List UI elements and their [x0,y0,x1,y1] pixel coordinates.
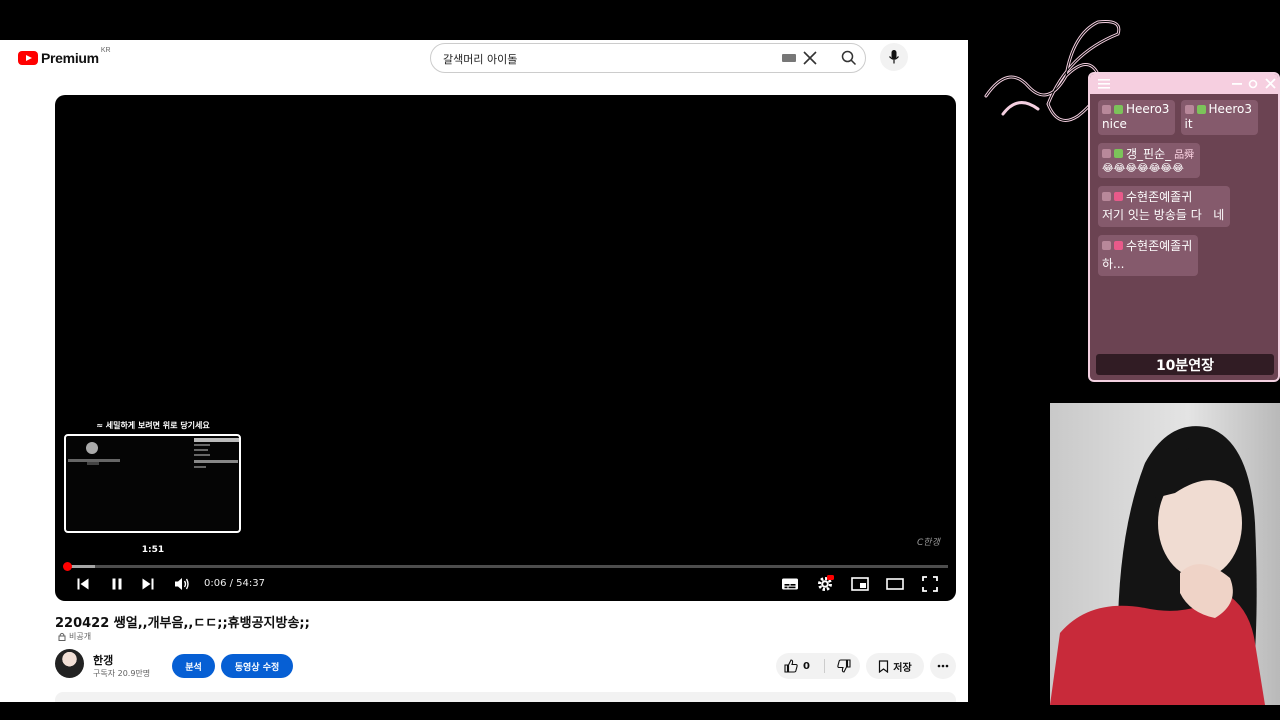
next-button[interactable] [134,573,162,595]
chat-username: 수현존예졸귀 [1126,190,1193,204]
chat-text: nice [1102,117,1127,131]
youtube-play-icon [18,51,38,65]
user-grade-icon [1184,104,1194,114]
settings-button[interactable] [811,573,839,595]
fan-badge-icon [1196,104,1206,114]
webcam-feed [1050,403,1280,705]
scrubber-handle[interactable] [62,562,72,571]
channel-avatar[interactable] [55,649,84,678]
webcam-person [1050,426,1265,705]
like-dislike-group: 0 [776,653,860,679]
search-input[interactable]: 갈색머리 아이돌 [443,51,517,67]
privacy-status: 비공개 [58,631,91,642]
user-grade-icon [1102,104,1111,114]
chat-text: 하... [1102,257,1125,271]
video-watermark: C한갱 [917,538,940,548]
chat-message: 수현존예졸귀 하... [1098,235,1199,276]
video-player[interactable]: ≈ 세밀하게 보려면 위로 당기세요 1:51 C한갱 0:06 / 54:37 [55,95,956,601]
video-title: 220422 쌩얼,,개부음,,ㄷㄷ;;휴뱅공지방송;; [55,616,310,631]
time-display: 0:06 / 54:37 [204,578,266,589]
restore-icon[interactable] [1248,79,1258,89]
skip-next-icon [142,578,154,590]
chat-message: 갱_핀순_ 品舜 😂😂😂😂😂😂😂 [1098,143,1201,178]
logo-text: Premium [41,50,99,66]
chat-username: Heero3 [1208,102,1252,116]
user-grade-icon [1102,149,1111,158]
preview-frame [68,438,240,468]
search-box[interactable]: 갈색머리 아이돌 [430,43,866,73]
edit-video-button[interactable]: 동영상 수정 [221,654,293,678]
dislike-button[interactable] [830,653,858,679]
chat-text: it [1184,117,1193,131]
previous-button[interactable] [69,573,97,595]
chat-titlebar[interactable] [1090,74,1278,94]
more-actions-button[interactable] [930,653,956,679]
chat-username: Heero3 [1126,102,1170,116]
fan-badge-icon [1114,149,1123,158]
channel-name[interactable]: 한갱 [93,652,113,668]
seek-preview-hint: ≈ 세밀하게 보려면 위로 당기세요 [96,421,210,430]
user-grade-icon [1102,241,1111,250]
volume-icon [175,578,189,590]
privacy-label: 비공개 [69,632,92,641]
fan-badge-icon [1114,192,1123,201]
microphone-icon [888,50,900,64]
hamburger-menu-icon[interactable] [1098,79,1110,89]
subtitles-button[interactable] [776,573,804,595]
search-icon [841,50,857,66]
like-count: 0 [803,660,810,672]
user-grade-icon [1102,192,1111,201]
save-button[interactable]: 저장 [866,653,924,679]
subscriber-count: 구독자 20.9만명 [93,669,151,678]
subtitles-icon [782,578,798,590]
chat-username: 수현존예졸귀 [1126,239,1193,253]
voice-search-button[interactable] [880,43,908,71]
chat-overlay-window: Heero3 nice Heero3 it 갱_핀순_ 品舜 😂😂😂😂😂😂😂 수… [1088,72,1280,382]
volume-button[interactable] [168,573,196,595]
bookmark-icon [879,659,889,673]
chat-text: 😂😂😂😂😂😂😂 [1102,163,1184,174]
chat-message: Heero3 nice [1098,100,1176,135]
gear-icon [818,575,834,591]
minimize-icon[interactable] [1232,79,1242,89]
miniplayer-button[interactable] [846,573,874,595]
description-box[interactable] [55,692,956,702]
chat-username-suffix: 品舜 [1174,150,1195,161]
theater-mode-button[interactable] [881,573,909,595]
chat-username: 갱_핀순_ [1126,147,1172,161]
chat-message-list: Heero3 nice Heero3 it 갱_핀순_ 品舜 😂😂😂😂😂😂😂 수… [1098,94,1274,284]
extend-10min-button[interactable]: 10분연장 [1096,354,1274,375]
chat-message: Heero3 it [1180,100,1258,135]
fan-badge-icon [1114,104,1123,114]
fan-badge-icon [1114,241,1123,250]
analytics-button[interactable]: 분석 [172,654,215,678]
pause-icon [112,578,122,590]
miniplayer-icon [851,577,869,591]
preview-time: 1:51 [141,545,165,555]
thumbs-up-icon [784,659,798,673]
like-divider [824,659,825,673]
chat-text: 저기 잇는 방송들 다 네 [1102,208,1225,222]
logo-region: KR [100,46,111,54]
clear-search-icon[interactable] [801,49,819,67]
progress-bar[interactable] [62,562,948,571]
youtube-premium-logo[interactable]: Premium KR [18,46,111,66]
lock-icon [58,632,66,641]
close-icon[interactable] [1265,78,1276,89]
fullscreen-icon [922,576,938,592]
search-button[interactable] [831,43,867,73]
skip-previous-icon [77,578,89,590]
fullscreen-button[interactable] [916,573,944,595]
seek-preview-thumbnail [64,434,241,533]
thumbs-down-icon [837,659,851,673]
theater-mode-icon [886,578,904,590]
chat-message: 수현존예졸귀 저기 잇는 방송들 다 네 [1098,186,1231,227]
save-label: 저장 [893,662,912,674]
more-horizontal-icon [937,664,949,668]
like-button[interactable]: 0 [784,653,810,679]
pause-button[interactable] [103,573,131,595]
youtube-studio-window: Premium KR 갈색머리 아이돌 ≈ 세밀하게 보려면 위로 당기세요 1… [0,40,968,702]
keyboard-icon[interactable] [782,54,796,62]
